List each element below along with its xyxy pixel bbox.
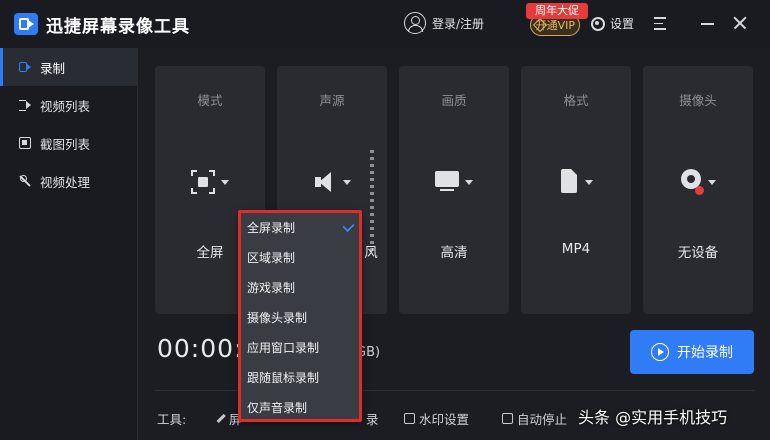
quality-selector[interactable] <box>399 166 509 198</box>
card-title: 声源 <box>319 93 345 108</box>
settings-button[interactable]: 设置 <box>591 15 634 32</box>
title-bar: 迅捷屏幕录像工具 登录/注册 开通VIP 周年大促 设置 <box>0 0 770 48</box>
menu-icon[interactable] <box>654 17 670 35</box>
sidebar-item-screenshot-list[interactable]: 截图列表 <box>0 124 137 162</box>
sidebar-item-label: 截图列表 <box>40 136 91 152</box>
tool-label: 录 <box>366 412 379 427</box>
card-value: MP4 <box>561 241 591 257</box>
settings-label: 设置 <box>610 17 635 31</box>
auto-stop-icon <box>502 413 513 424</box>
card-value: 无设备 <box>677 245 719 261</box>
record-timer: 00:00: <box>157 334 244 363</box>
fullscreen-icon <box>191 170 215 194</box>
camera-icon <box>680 169 704 195</box>
dropdown-option[interactable]: 全屏录制 <box>241 213 359 243</box>
check-icon <box>342 220 355 232</box>
start-record-button[interactable]: 开始录制 <box>630 330 754 374</box>
format-selector[interactable] <box>521 166 631 198</box>
mode-selector[interactable] <box>155 166 265 198</box>
app-title: 迅捷屏幕录像工具 <box>46 17 190 37</box>
sidebar: 录制 视频列表 截图列表 视频处理 <box>0 48 138 440</box>
chevron-down-icon <box>221 179 229 185</box>
chevron-down-icon <box>343 179 351 185</box>
mode-dropdown: 全屏录制 区域录制 游戏录制 摄像头录制 应用窗口录制 跟随鼠标录制 仅声音录制 <box>238 210 362 422</box>
card-value: 高清 <box>440 245 468 261</box>
monitor-icon <box>435 171 459 193</box>
quality-card[interactable]: 画质 高清 <box>399 66 509 314</box>
tool-record[interactable]: 录 <box>366 409 379 428</box>
dropdown-option[interactable]: 区域录制 <box>241 243 359 273</box>
dropdown-option[interactable]: 仅声音录制 <box>241 393 359 423</box>
play-icon <box>651 343 669 361</box>
video-process-icon <box>18 174 32 188</box>
tool-watermark[interactable]: 水印设置 <box>404 409 469 428</box>
dropdown-option[interactable]: 摄像头录制 <box>241 303 359 333</box>
dropdown-option[interactable]: 应用窗口录制 <box>241 333 359 363</box>
login-label: 登录/注册 <box>432 16 485 31</box>
sidebar-item-record[interactable]: 录制 <box>0 48 137 86</box>
card-title: 画质 <box>441 93 467 108</box>
tool-auto-stop[interactable]: 自动停止 <box>502 409 567 428</box>
pen-icon <box>214 413 225 424</box>
error-icon <box>695 186 704 195</box>
file-icon <box>559 169 579 195</box>
sidebar-item-video-process[interactable]: 视频处理 <box>0 162 137 200</box>
video-list-icon <box>18 98 32 112</box>
login-button[interactable]: 登录/注册 <box>404 12 484 34</box>
promo-badge: 周年大促 <box>526 3 588 19</box>
camera-selector[interactable] <box>643 166 753 198</box>
chevron-down-icon <box>465 179 473 185</box>
record-icon <box>18 60 32 74</box>
camera-card[interactable]: 摄像头 无设备 <box>643 66 753 314</box>
format-card[interactable]: 格式 MP4 <box>521 66 631 314</box>
tool-label: 水印设置 <box>419 412 470 427</box>
sidebar-item-label: 视频列表 <box>40 98 91 114</box>
chevron-down-icon <box>585 179 593 185</box>
screenshot-list-icon <box>18 136 32 150</box>
minimize-icon[interactable] <box>700 14 716 32</box>
tool-label: 自动停止 <box>517 412 568 427</box>
tools-label: 工具: <box>157 412 187 427</box>
sidebar-item-label: 录制 <box>40 60 66 76</box>
watermark-icon <box>404 413 415 424</box>
watermark-text: 头条 @实用手机技巧 <box>578 408 728 427</box>
sidebar-item-label: 视频处理 <box>40 174 91 190</box>
chevron-down-icon <box>708 179 716 185</box>
user-icon <box>404 12 426 34</box>
start-record-label: 开始录制 <box>677 345 733 361</box>
card-title: 摄像头 <box>679 93 717 108</box>
dropdown-option[interactable]: 游戏录制 <box>241 273 359 303</box>
dropdown-option[interactable]: 跟随鼠标录制 <box>241 363 359 393</box>
sidebar-item-video-list[interactable]: 视频列表 <box>0 86 137 124</box>
card-title: 格式 <box>563 93 589 108</box>
card-title: 模式 <box>197 93 223 108</box>
close-icon[interactable] <box>732 14 748 32</box>
gear-icon <box>591 16 605 31</box>
app-logo-icon <box>14 13 38 35</box>
speaker-icon <box>313 171 337 193</box>
